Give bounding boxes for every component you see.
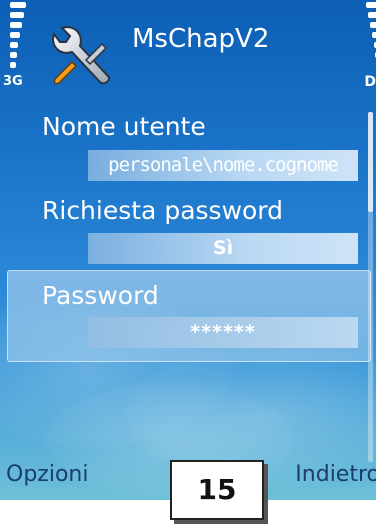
phone-screen: 3G D MsChapV2 Nome utente personale\nome… <box>0 0 376 530</box>
password-request-field[interactable]: Sì <box>88 233 358 264</box>
field-label-password-request: Richiesta password <box>42 196 284 225</box>
network-type-label: 3G <box>3 74 23 89</box>
username-field[interactable]: personale\nome.cognome <box>88 150 358 181</box>
app-screen: 3G D MsChapV2 Nome utente personale\nome… <box>0 0 376 500</box>
signal-strength-icon <box>8 2 42 74</box>
back-softkey[interactable]: Indietro <box>295 462 376 487</box>
page-title: MsChapV2 <box>132 24 270 54</box>
field-label-password: Password <box>42 281 159 310</box>
field-label-username: Nome utente <box>42 112 206 141</box>
password-field[interactable]: ****** <box>88 317 358 348</box>
options-softkey[interactable]: Opzioni <box>6 462 88 487</box>
selected-list-item[interactable]: Password ****** <box>7 270 371 362</box>
battery-icon <box>356 2 376 74</box>
scrollbar-thumb[interactable] <box>368 112 373 212</box>
tools-wrench-screwdriver-icon <box>52 26 110 85</box>
page-number-badge: 15 <box>170 460 264 520</box>
battery-label: D <box>364 74 376 90</box>
scrollbar[interactable] <box>368 112 373 462</box>
